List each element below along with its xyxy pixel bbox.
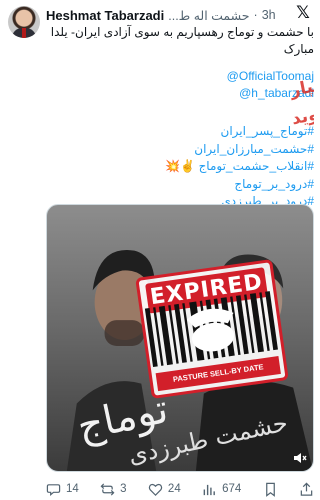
hashtags: #توماج_پسر_ایران #حشمت_مبارزان_ایران #ان… [150, 123, 314, 211]
timestamp[interactable]: 3h [262, 8, 276, 22]
mention-link[interactable]: @OfficialToomaj [130, 68, 314, 85]
separator-dot: · [253, 8, 258, 22]
views-chart-icon [203, 484, 215, 495]
repost-icon [100, 482, 115, 496]
reply-icon [46, 483, 61, 496]
victory-explosion-emoji: ✌️💥 [165, 159, 196, 173]
hashtag-row: #انقلاب_حشمت_توماج ✌️💥 [150, 158, 314, 176]
like-button[interactable]: 24 [148, 482, 181, 497]
expired-stamp: EXPIRED PASTURE SELL-BY DATE [135, 258, 289, 400]
share-button[interactable] [299, 482, 314, 497]
views-bars [203, 484, 215, 495]
x-logo-icon: 𝕏 [296, 3, 310, 23]
speaker-shape [294, 453, 301, 463]
views-count: 674 [222, 483, 242, 495]
hashtag-link[interactable]: #انقلاب_حشمت_توماج [199, 159, 314, 173]
user-handle[interactable]: حشمت اله ط... [168, 8, 249, 23]
repost-button[interactable]: 3 [100, 482, 127, 497]
share-shape [300, 482, 313, 496]
hashtag-link[interactable]: #توماج_پسر_ایران [150, 123, 315, 141]
repost-count: 3 [120, 483, 127, 495]
tweet[interactable]: Heshmat Tabarzadi حشمت اله ط... · 3h 𝕏 ب… [0, 0, 320, 500]
hashtag-link[interactable]: #حشمت_مبارزان_ایران [150, 141, 314, 159]
views-button[interactable]: 674 [202, 482, 241, 497]
repost-arrow-top [100, 482, 113, 489]
repost-arrow-bottom [102, 489, 115, 496]
mute-cross [302, 455, 307, 461]
reply-bubble [46, 483, 61, 496]
reply-button[interactable]: 14 [46, 482, 79, 497]
bookmark-button[interactable] [263, 482, 278, 497]
reply-count: 14 [66, 483, 79, 495]
mentions: @OfficialToomaj @h_tabarzadi [130, 68, 314, 102]
mute-glyph [294, 453, 307, 463]
speaker-muted-icon[interactable] [293, 451, 307, 465]
avatar-tie [22, 28, 26, 38]
tweet-media-image[interactable]: EXPIRED PASTURE SELL-BY DATE توماج حشمت … [46, 204, 314, 472]
left-person-beard [104, 320, 145, 346]
tweet-actions: 14 3 24 674 [46, 480, 314, 498]
display-name[interactable]: Heshmat Tabarzadi [46, 8, 164, 23]
share-icon [300, 482, 313, 496]
heart-shape [148, 483, 163, 496]
tweet-header: Heshmat Tabarzadi حشمت اله ط... · 3h [46, 6, 296, 24]
mention-link[interactable]: @h_tabarzadi [130, 85, 314, 102]
heart-icon [148, 483, 163, 496]
bookmark-shape [265, 482, 275, 497]
like-count: 24 [167, 483, 181, 495]
hashtag-link[interactable]: #درود_بر_توماج [150, 176, 314, 194]
bookmark-icon [265, 482, 275, 497]
avatar[interactable] [8, 6, 40, 38]
tweet-text: با حشمت و توماج رهسپاریم به سوی آزادی ای… [50, 25, 314, 56]
